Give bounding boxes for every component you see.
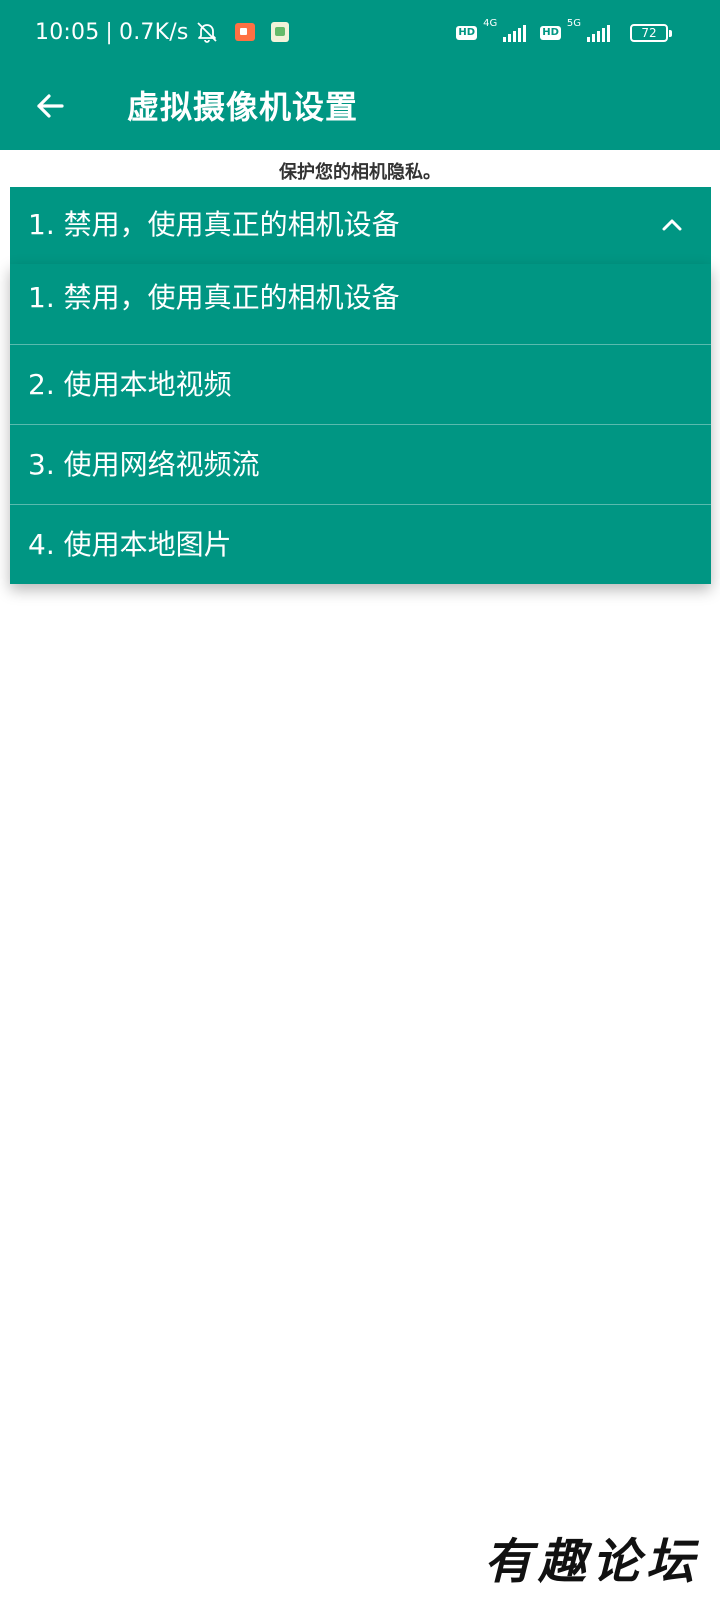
camera-mode-spinner[interactable]: 1. 禁用，使用真正的相机设备 — [10, 187, 711, 264]
status-bar: 10:05 | 0.7K/s HD 4G HD 5G 72 — [0, 0, 720, 66]
signal-icon — [587, 24, 610, 42]
app-notification-icon — [270, 22, 289, 42]
status-right-group: HD 4G HD 5G 72 — [456, 18, 672, 46]
status-left-group: 10:05 | 0.7K/s — [35, 17, 289, 47]
dropdown-option-network-stream[interactable]: 3. 使用网络视频流 — [10, 424, 711, 504]
dropdown-option-local-video[interactable]: 2. 使用本地视频 — [10, 344, 711, 424]
arrow-left-icon — [37, 94, 64, 118]
page-title: 虚拟摄像机设置 — [127, 88, 359, 126]
mute-bell-icon — [195, 20, 219, 44]
privacy-description: 保护您的相机隐私。 — [279, 162, 441, 183]
status-time: 10:05 — [35, 19, 100, 45]
hd-badge: HD — [456, 26, 478, 40]
back-button[interactable] — [30, 86, 70, 126]
camera-mode-dropdown: 1. 禁用，使用真正的相机设备 2. 使用本地视频 3. 使用网络视频流 4. … — [10, 264, 711, 584]
chevron-up-icon — [658, 211, 686, 239]
dropdown-option-local-image[interactable]: 4. 使用本地图片 — [10, 504, 711, 584]
hd-badge: HD — [540, 26, 561, 40]
battery-level: 72 — [641, 26, 657, 40]
network-type-label: 5G — [566, 18, 581, 29]
watermark: 有趣论坛 — [483, 1534, 700, 1590]
signal-icon — [503, 24, 527, 42]
network-speed: 0.7K/s — [119, 19, 189, 45]
dropdown-option-disable[interactable]: 1. 禁用，使用真正的相机设备 — [10, 264, 711, 344]
spinner-selected-value: 1. 禁用，使用真正的相机设备 — [28, 208, 400, 241]
battery-icon: 72 — [630, 24, 672, 42]
status-separator: | — [105, 19, 114, 45]
app-bar: 虚拟摄像机设置 — [0, 66, 720, 150]
network-type-label: 4G — [483, 18, 498, 29]
screen-record-icon — [234, 23, 255, 41]
